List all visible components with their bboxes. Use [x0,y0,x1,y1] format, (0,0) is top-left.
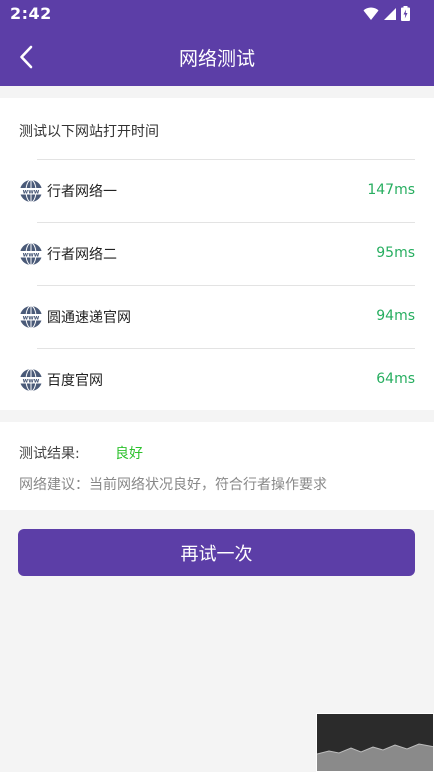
status-time: 2:42 [10,4,52,23]
latency-value: 94ms [376,308,415,324]
globe-www-icon: www [19,179,43,203]
result-card: 测试结果: 良好 网络建议：当前网络状况良好，符合行者操作要求 [0,422,434,510]
network-advice: 网络建议：当前网络状况良好，符合行者操作要求 [19,477,327,493]
globe-www-icon: www [19,242,43,266]
site-row: www 百度官网 64ms [0,348,434,411]
page-title: 网络测试 [178,48,255,70]
site-name: 百度官网 [47,373,103,389]
site-row: www 行者网络二 95ms [0,222,434,285]
site-row: www 圆通速递官网 94ms [0,285,434,348]
battery-icon [401,6,410,21]
svg-text:www: www [23,315,40,322]
cellular-signal-icon [384,7,396,20]
floating-preview-thumbnail[interactable] [316,713,434,772]
latency-value: 147ms [367,182,415,198]
svg-text:www: www [23,378,40,385]
row-divider [37,159,415,160]
latency-value: 95ms [376,245,415,261]
svg-text:www: www [23,252,40,259]
row-divider [37,285,415,286]
app-bar: 网络测试 [0,28,434,86]
site-row: www 行者网络一 147ms [0,159,434,222]
site-test-card: 测试以下网站打开时间 www 行者网络一 147ms www 行者网络二 95m… [0,98,434,410]
status-icons [363,6,410,21]
site-name: 行者网络一 [47,184,117,200]
globe-www-icon: www [19,368,43,392]
status-bar: 2:42 [0,0,434,28]
site-name: 行者网络二 [47,247,117,263]
wifi-icon [363,7,379,20]
row-divider [37,348,415,349]
test-heading: 测试以下网站打开时间 [19,124,159,140]
result-label: 测试结果: [19,446,80,462]
result-value: 良好 [115,446,143,462]
network-test-screen: 2:42 网络测试 测试以下网站打开时间 www 行者网络一 147ms www… [0,0,434,772]
retry-button[interactable]: 再试一次 [18,529,415,576]
svg-text:www: www [23,189,40,196]
row-divider [37,222,415,223]
preview-image [317,714,433,771]
site-name: 圆通速递官网 [47,310,131,326]
globe-www-icon: www [19,305,43,329]
latency-value: 64ms [376,371,415,387]
